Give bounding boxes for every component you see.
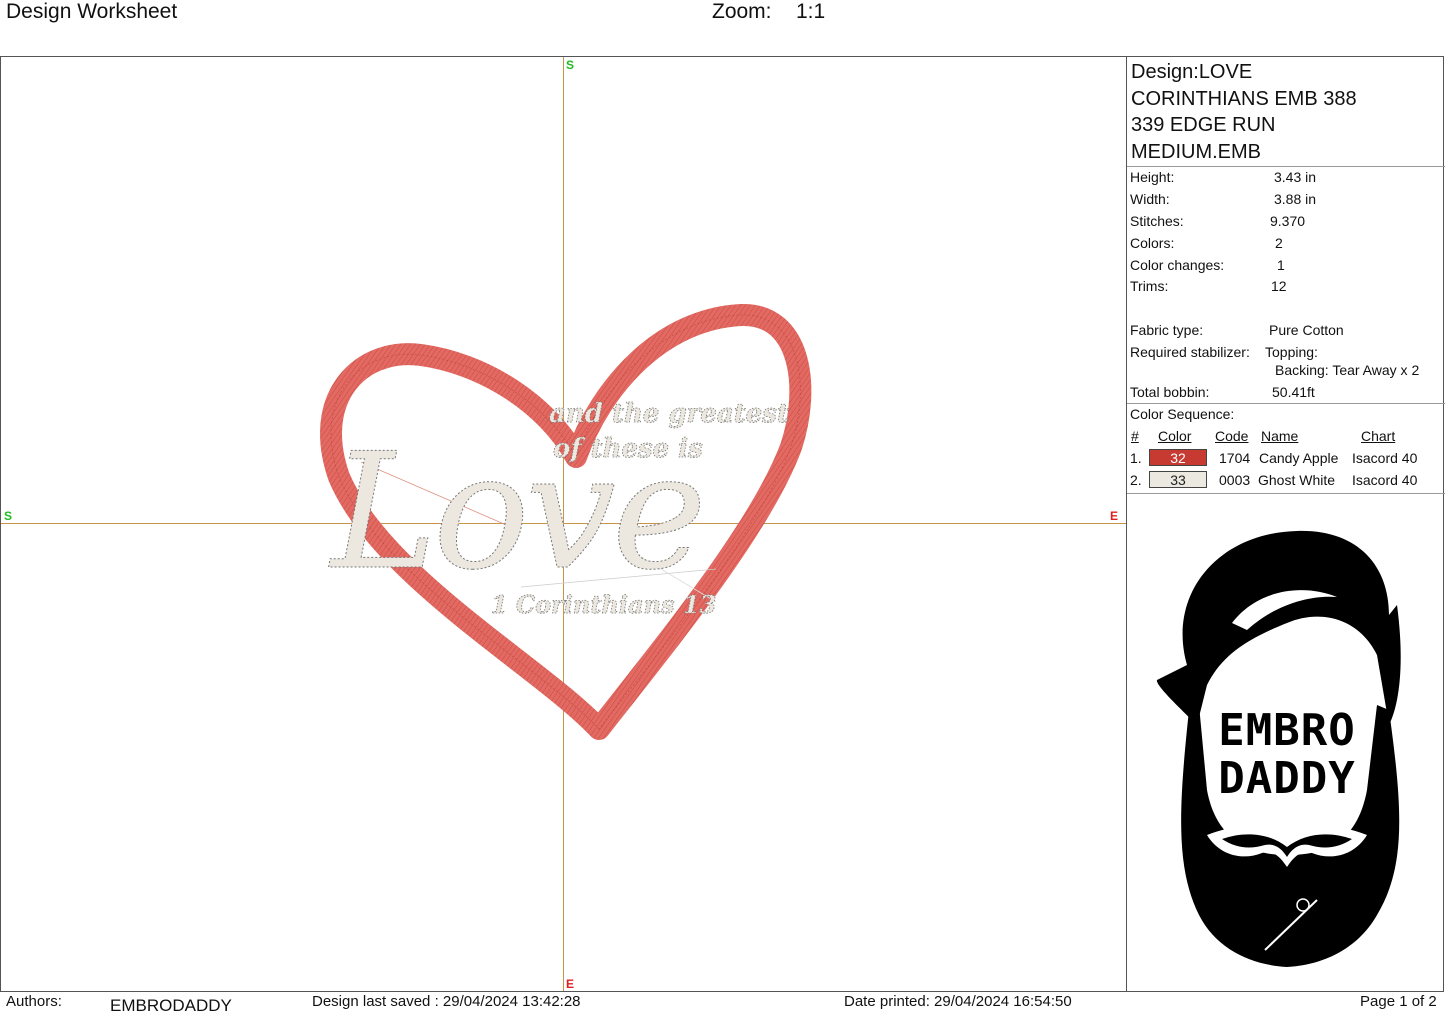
height-value: 3.43 in — [1274, 169, 1317, 185]
cs-row-num: 2. — [1130, 472, 1142, 488]
cs-row-name: Ghost White — [1258, 472, 1336, 488]
height-label: Height: — [1130, 169, 1175, 185]
backing-value: Backing: Tear Away x 2 — [1275, 362, 1420, 378]
design-name: Design:LOVE CORINTHIANS EMB 388 339 EDGE… — [1131, 61, 1357, 163]
cs-row-chart: Isacord 40 — [1352, 450, 1418, 466]
colors-label: Colors: — [1130, 235, 1175, 251]
cs-header-num: # — [1131, 428, 1139, 444]
stitches-value: 9.370 — [1270, 213, 1306, 229]
separator — [1127, 493, 1445, 494]
cs-header-color: Color — [1158, 428, 1192, 444]
design-info-panel: Design:LOVE CORINTHIANS EMB 388 339 EDGE… — [1126, 57, 1445, 991]
width-label: Width: — [1130, 191, 1170, 207]
authors-value: EMBRODADDY — [110, 996, 232, 1015]
cs-row-chart: Isacord 40 — [1352, 472, 1418, 488]
design-text-reference: 1 Corinthians 13 — [491, 590, 716, 619]
zoom-label: Zoom: — [712, 0, 772, 23]
color-changes-value: 1 — [1277, 257, 1285, 273]
zoom-value: 1:1 — [796, 0, 826, 23]
bearded-man-icon: EMBRO DADDY — [1156, 530, 1401, 967]
last-saved: Design last saved : 29/04/2024 13:42:28 — [312, 993, 581, 1010]
cs-row-num: 1. — [1130, 450, 1142, 466]
logo-text-line2: DADDY — [1218, 753, 1355, 804]
width-value: 3.88 in — [1274, 191, 1317, 207]
design-text-main: Love — [328, 418, 703, 605]
authors-label: Authors: — [6, 993, 62, 1010]
color-changes-label: Color changes: — [1130, 257, 1225, 273]
cs-row-name: Candy Apple — [1259, 450, 1339, 466]
date-printed: Date printed: 29/04/2024 16:54:50 — [844, 993, 1072, 1010]
topping-label: Topping: — [1265, 344, 1318, 360]
worksheet-title: Design Worksheet — [6, 0, 178, 23]
bobbin-label: Total bobbin: — [1130, 384, 1210, 400]
cs-row-code: 0003 — [1219, 472, 1251, 488]
embroidery-design: and the greatest of these is Love 1 Cori… — [320, 303, 812, 740]
logo-text-line1: EMBRO — [1218, 705, 1355, 756]
embrodaddy-logo: EMBRO DADDY — [1127, 505, 1445, 991]
bobbin-value: 50.41ft — [1272, 384, 1315, 400]
color-swatch: 33 — [1149, 471, 1207, 488]
color-swatch: 32 — [1149, 449, 1207, 466]
colors-value: 2 — [1275, 235, 1283, 251]
cs-row-code: 1704 — [1219, 450, 1251, 466]
cs-header-code: Code — [1215, 428, 1249, 444]
trims-value: 12 — [1271, 278, 1287, 294]
cs-header-name: Name — [1261, 428, 1299, 444]
fabric-label: Fabric type: — [1130, 322, 1204, 338]
page-number: Page 1 of 2 — [1360, 993, 1437, 1010]
separator — [1127, 166, 1445, 167]
cs-header-chart: Chart — [1361, 428, 1396, 444]
color-sequence-title: Color Sequence: — [1130, 406, 1235, 422]
stitches-label: Stitches: — [1130, 213, 1184, 229]
fabric-value: Pure Cotton — [1269, 322, 1344, 338]
stabilizer-label: Required stabilizer: — [1130, 344, 1250, 360]
separator — [1127, 403, 1445, 404]
design-canvas[interactable]: S S E E and the greatest of these is Lov… — [1, 57, 1126, 991]
trims-label: Trims: — [1130, 278, 1169, 294]
